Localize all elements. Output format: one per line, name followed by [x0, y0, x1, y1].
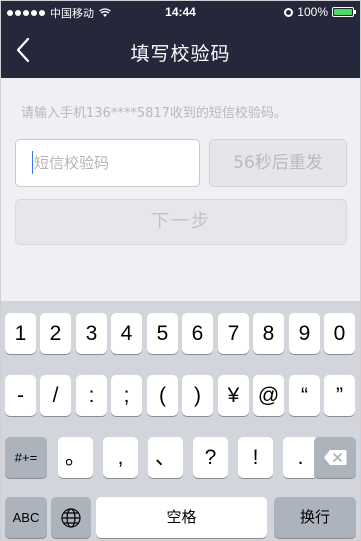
alarm-icon — [284, 7, 294, 17]
key-2[interactable]: 2 — [40, 313, 71, 354]
key-6[interactable]: 6 — [182, 313, 213, 354]
key-9[interactable]: 9 — [289, 313, 320, 354]
delete-key[interactable] — [314, 437, 356, 478]
text-cursor — [32, 151, 33, 174]
key-5[interactable]: 5 — [147, 313, 178, 354]
navigation-bar: 填写校验码 — [1, 23, 360, 78]
key-left-quote[interactable]: “ — [289, 375, 320, 416]
key-at[interactable]: @ — [253, 375, 284, 416]
key-slash[interactable]: / — [40, 375, 71, 416]
battery-icon — [332, 7, 356, 17]
key-0[interactable]: 0 — [324, 313, 355, 354]
key-symbol-mode[interactable]: #+= — [5, 437, 47, 478]
resend-countdown-button[interactable]: 56秒后重发 — [209, 139, 347, 187]
page-title: 填写校验码 — [130, 43, 231, 65]
globe-icon — [61, 508, 81, 528]
key-exclamation[interactable]: ! — [238, 437, 273, 478]
key-right-quote[interactable]: ” — [324, 375, 355, 416]
key-colon[interactable]: : — [76, 375, 107, 416]
key-3[interactable]: 3 — [76, 313, 107, 354]
status-bar: 中国移动 14:44 100% — [1, 1, 360, 23]
key-comma[interactable]: , — [103, 437, 138, 478]
key-7[interactable]: 7 — [218, 313, 249, 354]
key-period[interactable]: . — [283, 437, 318, 478]
key-left-paren[interactable]: ( — [147, 375, 178, 416]
key-4[interactable]: 4 — [111, 313, 142, 354]
next-step-button[interactable]: 下一步 — [15, 199, 347, 245]
status-right: 100% — [284, 5, 356, 19]
key-yen[interactable]: ¥ — [218, 375, 249, 416]
key-1[interactable]: 1 — [5, 313, 36, 354]
key-full-stop[interactable]: 。 — [58, 437, 93, 478]
sms-code-input[interactable] — [15, 139, 200, 187]
space-key[interactable]: 空格 — [96, 497, 267, 538]
key-right-paren[interactable]: ) — [182, 375, 213, 416]
phone-screen: 中国移动 14:44 100% 填写校验码 请输入手机136****5817收到… — [0, 0, 361, 541]
return-key[interactable]: 换行 — [274, 497, 356, 538]
key-8[interactable]: 8 — [253, 313, 284, 354]
battery-percent: 100% — [297, 5, 328, 19]
sms-hint-text: 请输入手机136****5817收到的短信校验码。 — [21, 106, 287, 121]
globe-key[interactable] — [51, 497, 91, 538]
key-question[interactable]: ? — [193, 437, 228, 478]
key-semicolon[interactable]: ; — [111, 375, 142, 416]
key-enumeration-comma[interactable]: 、 — [148, 437, 183, 478]
keyboard: 1 2 3 4 5 6 7 8 9 0 - / : ; ( ) ¥ @ “ ” … — [1, 301, 360, 540]
backspace-icon — [324, 450, 347, 465]
key-hyphen[interactable]: - — [5, 375, 36, 416]
key-abc[interactable]: ABC — [5, 497, 47, 538]
